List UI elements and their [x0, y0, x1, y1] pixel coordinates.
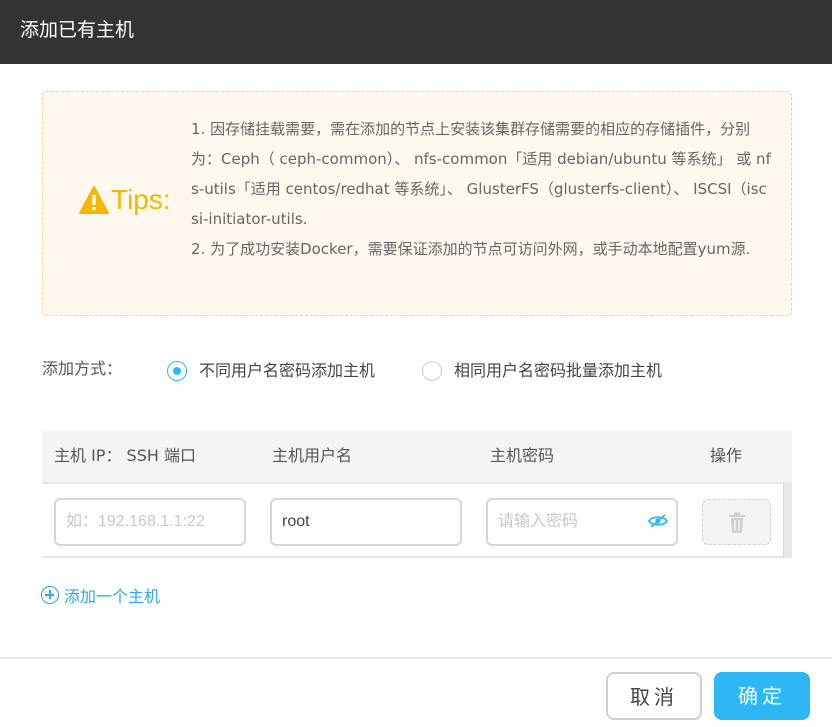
- tips-label: Tips:: [111, 184, 171, 215]
- table-scrollbar[interactable]: [783, 482, 792, 558]
- header-ip-port: 主机 IP： SSH 端口: [54, 446, 196, 465]
- table-row: 如：192.168.1.1:22 root 请输入密码: [42, 482, 792, 558]
- add-method-label: 添加方式：: [42, 359, 123, 378]
- radio-same-credentials[interactable]: 相同用户名密码批量添加主机: [422, 360, 662, 382]
- trash-icon: [729, 512, 745, 533]
- warning-icon: [79, 186, 109, 214]
- eye-icon[interactable]: [648, 514, 668, 528]
- footer-divider: [0, 657, 832, 659]
- header-action: 操作: [710, 446, 743, 465]
- delete-row-button[interactable]: [702, 499, 771, 545]
- radio-label[interactable]: 相同用户名密码批量添加主机: [454, 360, 662, 382]
- host-table: 主机 IP： SSH 端口 主机用户名 主机密码 操作 如：192.168.1.…: [42, 431, 792, 558]
- tips-line-2: 2. 为了成功安装Docker，需要保证添加的节点可访问外网，或手动本地配置yu…: [191, 240, 751, 258]
- ip-port-input[interactable]: 如：192.168.1.1:22: [54, 498, 246, 546]
- radio-different-credentials[interactable]: 不同用户名密码添加主机: [167, 360, 375, 382]
- radio-circle[interactable]: [422, 361, 442, 381]
- password-input[interactable]: 请输入密码: [486, 498, 678, 546]
- plus-circle-icon: [41, 586, 59, 604]
- ok-button[interactable]: 确定: [714, 672, 810, 720]
- dialog-header: 添加已有主机: [0, 0, 832, 64]
- header-username: 主机用户名: [272, 446, 353, 465]
- tips-text: 1. 因存储挂载需要，需在添加的节点上安装该集群存储需要的相应的存储插件，分别为…: [191, 114, 771, 264]
- add-host-label[interactable]: 添加一个主机: [64, 583, 160, 607]
- header-password: 主机密码: [490, 446, 555, 465]
- radio-label[interactable]: 不同用户名密码添加主机: [199, 360, 375, 382]
- table-header: 主机 IP： SSH 端口 主机用户名 主机密码 操作: [42, 431, 792, 482]
- password-placeholder: 请输入密码: [498, 513, 579, 530]
- add-host-link[interactable]: 添加一个主机: [41, 584, 160, 606]
- dialog-title: 添加已有主机: [20, 19, 135, 41]
- cancel-button[interactable]: 取消: [606, 672, 702, 720]
- username-input[interactable]: root: [270, 498, 462, 546]
- tips-line-1: 1. 因存储挂载需要，需在添加的节点上安装该集群存储需要的相应的存储插件，分别为…: [191, 120, 771, 228]
- tips-box: Tips: 1. 因存储挂载需要，需在添加的节点上安装该集群存储需要的相应的存储…: [42, 91, 792, 316]
- radio-circle[interactable]: [167, 361, 187, 381]
